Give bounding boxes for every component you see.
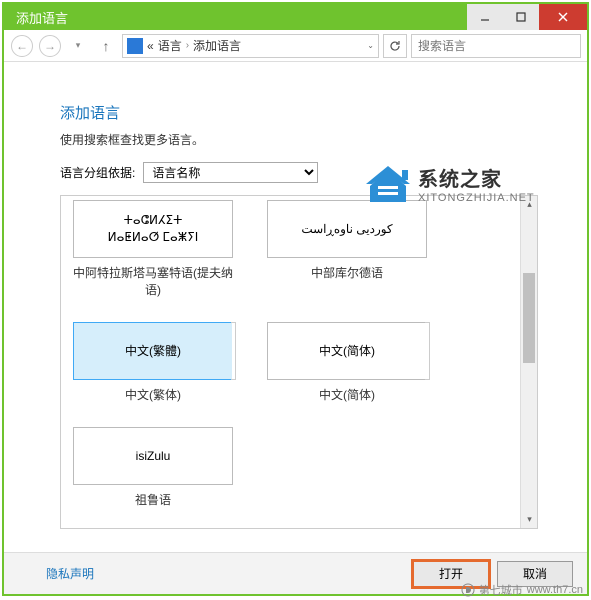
language-caption: 中部库尔德语 xyxy=(267,264,427,281)
location-icon xyxy=(127,38,143,54)
maximize-button[interactable] xyxy=(503,4,539,30)
group-label: 语言分组依据: xyxy=(60,164,135,181)
d-icon xyxy=(461,583,475,597)
language-tile[interactable]: کوردیی ناوەڕاست xyxy=(267,200,427,258)
watermark-url: www.th7.cn xyxy=(527,584,583,596)
search-input[interactable] xyxy=(411,34,581,58)
forward-button[interactable]: → xyxy=(38,34,62,58)
chevron-right-icon: › xyxy=(186,40,189,51)
language-tile[interactable]: ⵜⴰⵛⵍⵃⵉⵜⵍⴰⵟⵍⴰⵚ ⵎⴰⵥⵢⵏ xyxy=(73,200,233,258)
language-native-name: ⵜⴰⵛⵍⵃⵉⵜ xyxy=(124,212,183,229)
language-grid: ⵜⴰⵛⵍⵃⵉⵜⵍⴰⵟⵍⴰⵚ ⵎⴰⵥⵢⵏ 中阿特拉斯塔马塞特语(提夫纳语) کوردی… xyxy=(61,196,519,528)
language-item[interactable]: 中文(简体) 中文(简体) xyxy=(267,322,427,403)
language-item[interactable]: ⵜⴰⵛⵍⵃⵉⵜⵍⴰⵟⵍⴰⵚ ⵎⴰⵥⵢⵏ 中阿特拉斯塔马塞特语(提夫纳语) xyxy=(73,200,233,298)
language-item[interactable]: کوردیی ناوەڕاست 中部库尔德语 xyxy=(267,200,427,298)
navbar: ← → ▾ ↑ « 语言 › 添加语言 ⌄ xyxy=(4,30,587,62)
page-title: 添加语言 xyxy=(60,102,575,123)
language-native-name: isiZulu xyxy=(136,448,171,465)
language-item[interactable]: isiZulu 祖鲁语 xyxy=(73,427,233,508)
language-panel: ⵜⴰⵛⵍⵃⵉⵜⵍⴰⵟⵍⴰⵚ ⵎⴰⵥⵢⵏ 中阿特拉斯塔马塞特语(提夫纳语) کوردی… xyxy=(60,195,538,529)
language-tile[interactable]: isiZulu xyxy=(73,427,233,485)
watermark-logo: 系统之家 XITONGZHIJIA.NET xyxy=(364,162,579,204)
language-tile[interactable]: 中文(简体) xyxy=(267,322,427,380)
chevron-down-icon[interactable]: ⌄ xyxy=(367,41,374,50)
titlebar: 添加语言 xyxy=(4,4,587,30)
up-button[interactable]: ↑ xyxy=(94,34,118,58)
close-button[interactable] xyxy=(539,4,587,30)
language-tile[interactable]: 中文(繁體) xyxy=(73,322,233,380)
refresh-button[interactable] xyxy=(383,34,407,58)
language-native-name: 中文(简体) xyxy=(319,343,375,360)
watermark-text-2: XITONGZHIJIA.NET xyxy=(418,192,535,204)
watermark-text-1: 系统之家 xyxy=(418,163,535,192)
language-caption: 中文(繁体) xyxy=(73,386,233,403)
language-caption: 祖鲁语 xyxy=(73,491,233,508)
breadcrumb[interactable]: « 语言 › 添加语言 ⌄ xyxy=(122,34,379,58)
group-select[interactable]: 语言名称 xyxy=(143,162,318,183)
scroll-down-icon[interactable]: ▾ xyxy=(521,511,538,528)
scrollbar[interactable]: ▴ ▾ xyxy=(520,196,537,528)
dropdown-history-button[interactable]: ▾ xyxy=(66,34,90,58)
scroll-track[interactable] xyxy=(521,213,537,511)
titlebar-controls xyxy=(467,4,587,30)
scroll-thumb[interactable] xyxy=(523,273,535,363)
language-native-name: کوردیی ناوەڕاست xyxy=(301,221,392,238)
language-caption: 中阿特拉斯塔马塞特语(提夫纳语) xyxy=(73,264,233,298)
language-native-name: 中文(繁體) xyxy=(125,343,181,360)
house-icon xyxy=(364,162,412,204)
minimize-button[interactable] xyxy=(467,4,503,30)
hint-text: 使用搜索框查找更多语言。 xyxy=(60,131,575,148)
language-item[interactable]: 中文(繁體) 中文(繁体) xyxy=(73,322,233,403)
language-caption: 中文(简体) xyxy=(267,386,427,403)
watermark-site: 第七城市 xyxy=(479,582,523,598)
language-native-name-2: ⵍⴰⵟⵍⴰⵚ ⵎⴰⵥⵢⵏ xyxy=(108,229,199,246)
privacy-link[interactable]: 隐私声明 xyxy=(46,565,94,582)
watermark-footer: 第七城市 www.th7.cn xyxy=(461,582,583,598)
breadcrumb-prefix: « xyxy=(147,39,154,53)
breadcrumb-part-1[interactable]: 语言 xyxy=(158,37,182,54)
breadcrumb-part-2[interactable]: 添加语言 xyxy=(193,37,241,54)
content-area: 添加语言 使用搜索框查找更多语言。 语言分组依据: 语言名称 ⵜⴰⵛⵍⵃⵉⵜⵍⴰ… xyxy=(4,62,587,529)
window-title: 添加语言 xyxy=(16,8,68,27)
back-button[interactable]: ← xyxy=(10,34,34,58)
